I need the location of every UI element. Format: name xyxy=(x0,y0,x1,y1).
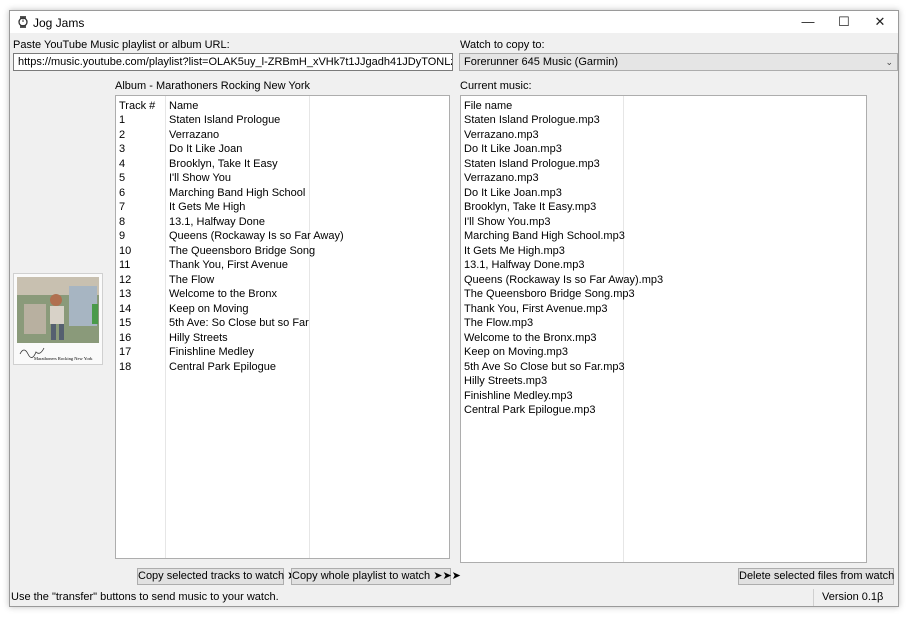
track-name: The Queensboro Bridge Song xyxy=(169,244,316,257)
app-icon xyxy=(18,16,28,28)
tracks-header-name[interactable]: Name xyxy=(169,100,198,112)
file-row[interactable]: Staten Island Prologue.mp3 xyxy=(464,158,600,172)
track-name: Staten Island Prologue xyxy=(169,114,281,126)
copy-whole-button[interactable]: Copy whole playlist to watch ➤➤➤ xyxy=(291,568,461,585)
album-cover-image xyxy=(14,274,102,364)
file-row[interactable]: 13.1, Halfway Done.mp3 xyxy=(464,259,584,273)
track-num: 6 xyxy=(119,186,126,199)
file-row[interactable]: Verrazano.mp3 xyxy=(464,129,539,143)
track-num: 2 xyxy=(119,128,126,141)
title-bar: Jog Jams — ☐ ✕ xyxy=(10,11,898,33)
file-row[interactable]: Welcome to the Bronx.mp3 xyxy=(464,332,596,346)
track-num: 13 xyxy=(119,288,132,300)
track-num: 18 xyxy=(119,360,132,373)
track-num: 4 xyxy=(119,157,126,170)
track-num: 9 xyxy=(119,230,126,242)
tracks-column-separator xyxy=(165,96,166,558)
file-row[interactable]: Brooklyn, Take It Easy.mp3 xyxy=(464,201,596,215)
track-name: I'll Show You xyxy=(169,172,232,184)
file-row[interactable]: Hilly Streets.mp3 xyxy=(464,375,547,389)
url-input[interactable]: https://music.youtube.com/playlist?list=… xyxy=(13,53,453,71)
track-name: Welcome to the Bronx xyxy=(169,288,278,300)
file-row[interactable]: The Flow.mp3 xyxy=(464,317,533,331)
track-num: 14 xyxy=(119,302,132,315)
file-row[interactable]: Finishline Medley.mp3 xyxy=(464,390,573,404)
file-row[interactable]: It Gets Me High.mp3 xyxy=(464,245,565,259)
track-num: 16 xyxy=(119,331,132,344)
track-name: Keep on Moving xyxy=(169,302,249,315)
maximize-icon: ☐ xyxy=(838,14,850,29)
watch-label: Watch to copy to: xyxy=(460,39,545,51)
track-num: 12 xyxy=(119,273,132,286)
window-title: Jog Jams xyxy=(33,16,85,30)
track-name: Marching Band High School xyxy=(169,186,306,199)
cover-caption: Marathoners Rocking New York xyxy=(34,356,93,361)
track-name: Hilly Streets xyxy=(169,331,228,344)
minimize-icon: — xyxy=(801,14,815,29)
track-name: Verrazano xyxy=(169,128,220,141)
file-row[interactable]: Keep on Moving.mp3 xyxy=(464,346,568,360)
file-row[interactable]: The Queensboro Bridge Song.mp3 xyxy=(464,288,635,302)
url-label: Paste YouTube Music playlist or album UR… xyxy=(13,39,230,51)
file-row[interactable]: Marching Band High School.mp3 xyxy=(464,230,625,244)
file-row[interactable]: Do It Like Joan.mp3 xyxy=(464,143,562,157)
tracks-list[interactable]: Track # Name 1 Staten Island Prologue 2 Ve… xyxy=(115,95,450,559)
delete-selected-button[interactable]: Delete selected files from watch 🗙 xyxy=(738,568,898,585)
chevron-down-icon: ⌄ xyxy=(885,57,893,67)
tracks-header-num[interactable]: Track # xyxy=(119,100,155,112)
track-num: 1 xyxy=(119,114,126,126)
track-name: It Gets Me High xyxy=(169,201,246,213)
file-row[interactable]: Thank You, First Avenue.mp3 xyxy=(464,303,608,317)
track-num: 3 xyxy=(119,143,126,155)
file-row[interactable]: Staten Island Prologue.mp3 xyxy=(464,114,600,128)
copy-selected-button[interactable]: Copy selected tracks to watch ➤ xyxy=(137,568,296,585)
status-text: Use the "transfer" buttons to send music… xyxy=(11,591,279,603)
file-row[interactable]: Do It Like Joan.mp3 xyxy=(464,187,562,201)
album-label: Album - Marathoners Rocking New York xyxy=(115,80,311,92)
version-label: Version 0.1β xyxy=(813,589,883,606)
track-name: Queens (Rockaway Is so Far Away) xyxy=(169,230,344,242)
track-num: 11 xyxy=(119,259,131,271)
track-name: Do It Like Joan xyxy=(169,143,243,155)
files-column-separator xyxy=(623,96,624,562)
file-row[interactable]: Queens (Rockaway Is so Far Away).mp3 xyxy=(464,274,663,288)
track-num: 17 xyxy=(119,346,132,358)
file-row[interactable]: 5th Ave So Close but so Far.mp3 xyxy=(464,361,625,375)
track-num: 8 xyxy=(119,215,126,228)
track-name: Brooklyn, Take It Easy xyxy=(169,157,278,170)
file-row[interactable]: Central Park Epilogue.mp3 xyxy=(464,404,595,418)
status-bar: Use the "transfer" buttons to send music… xyxy=(10,589,898,606)
watch-select[interactable]: Forerunner 645 Music (Garmin) ⌄ xyxy=(459,53,898,71)
track-name: Central Park Epilogue xyxy=(169,360,277,373)
track-num: 15 xyxy=(119,317,132,329)
track-name: Thank You, First Avenue xyxy=(169,259,289,271)
close-icon: ✕ xyxy=(874,14,886,29)
track-name: The Flow xyxy=(169,273,215,286)
track-num: 7 xyxy=(119,201,126,213)
track-name: Finishline Medley xyxy=(169,346,254,358)
file-row[interactable]: I'll Show You.mp3 xyxy=(464,216,551,230)
track-name: 13.1, Halfway Done xyxy=(169,215,265,228)
track-num: 5 xyxy=(119,172,126,184)
track-num: 10 xyxy=(119,244,132,257)
current-music-label: Current music: xyxy=(460,80,532,92)
file-row[interactable]: Verrazano.mp3 xyxy=(464,172,539,186)
maximize-button[interactable]: ☐ xyxy=(826,11,862,33)
files-header-name[interactable]: File name xyxy=(464,100,512,112)
close-button[interactable]: ✕ xyxy=(862,11,898,33)
watch-select-value: Forerunner 645 Music (Garmin) xyxy=(464,56,619,68)
track-name: 5th Ave: So Close but so Far xyxy=(169,317,309,329)
album-cover: Marathoners Rocking New York xyxy=(13,273,103,365)
tracks-column-separator xyxy=(309,96,310,558)
minimize-button[interactable]: — xyxy=(790,11,826,33)
files-list[interactable]: File name Staten Island Prologue.mp3 Ver… xyxy=(460,95,867,563)
app-window: Jog Jams — ☐ ✕ Paste YouTube Music playl… xyxy=(9,10,899,607)
